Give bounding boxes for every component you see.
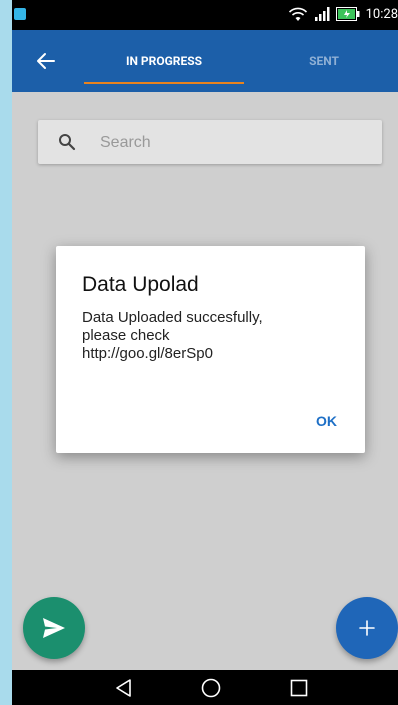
- back-triangle-icon[interactable]: [113, 677, 135, 699]
- ok-button[interactable]: OK: [316, 413, 337, 429]
- search-input[interactable]: [98, 120, 372, 166]
- wifi-icon: [288, 7, 307, 21]
- send-icon: [43, 618, 65, 638]
- status-time: 10:28: [365, 6, 398, 22]
- add-button[interactable]: [336, 597, 398, 659]
- tab-sent[interactable]: SENT: [264, 30, 384, 92]
- data-upload-dialog: Data Upolad Data Uploaded succesfully, p…: [56, 246, 365, 453]
- app-bar: IN PROGRESS SENT: [12, 30, 398, 92]
- home-circle-icon[interactable]: [200, 677, 222, 699]
- search-icon: [59, 134, 76, 151]
- dialog-title: Data Upolad: [82, 273, 199, 296]
- navigation-bar: [12, 670, 398, 705]
- plus-icon: [359, 620, 375, 636]
- dialog-message-line1: Data Uploaded succesfully,: [82, 309, 263, 326]
- dialog-message-line2: please check: [82, 327, 170, 344]
- dialog-message-link[interactable]: http://goo.gl/8erSp0: [82, 345, 322, 363]
- tab-indicator: [84, 82, 244, 84]
- signal-icon: [314, 7, 330, 21]
- dialog-message: Data Uploaded succesfully, please check …: [82, 309, 322, 363]
- battery-icon: [335, 7, 360, 21]
- recents-square-icon[interactable]: [288, 677, 310, 699]
- search-bar[interactable]: [38, 120, 382, 166]
- send-button[interactable]: [23, 597, 85, 659]
- status-bar: 10:28: [12, 0, 398, 30]
- back-arrow-icon[interactable]: [32, 47, 60, 75]
- notification-icon: [14, 8, 26, 20]
- phone-screen: 10:28 IN PROGRESS SENT Data Upolad Data …: [12, 0, 398, 705]
